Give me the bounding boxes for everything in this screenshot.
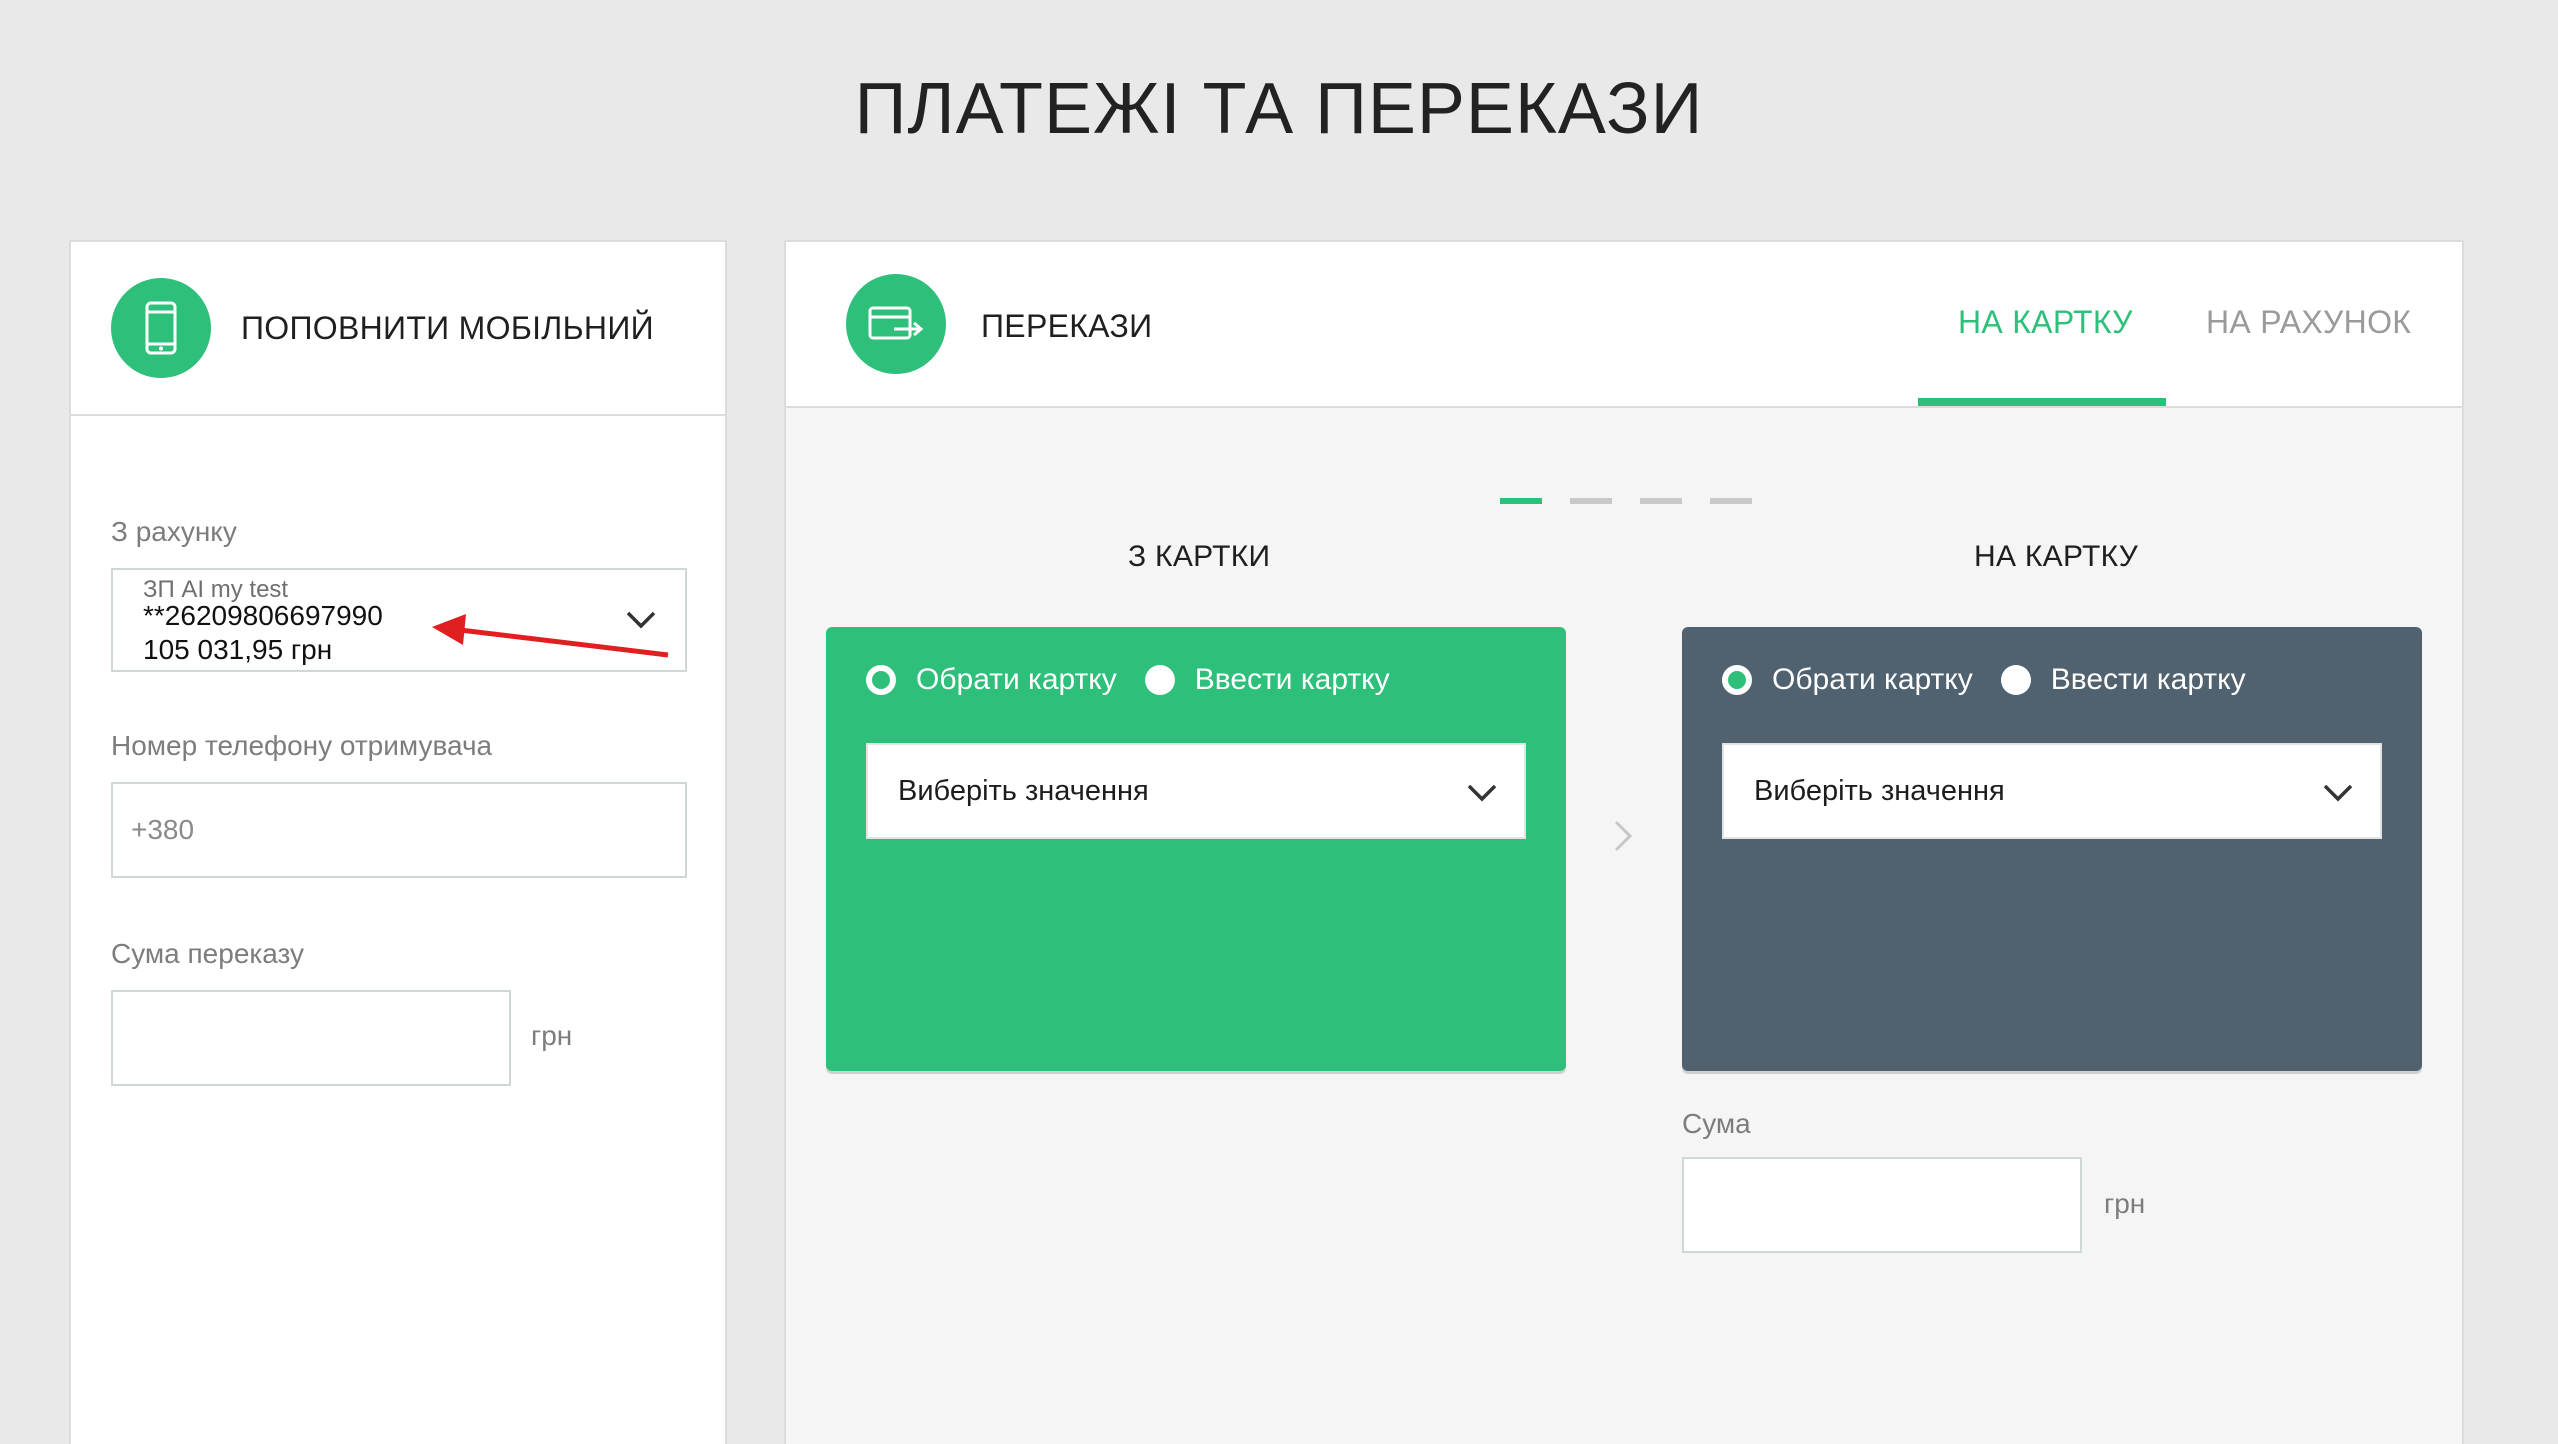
transfers-title: ПЕРЕКАЗИ — [981, 308, 1153, 344]
transfers-panel: ПЕРЕКАЗИ НА КАРТКУ НА РАХУНОК З КАРТКИ Н… — [784, 240, 2464, 1444]
to-card-mode-options: Обрати картку Ввести картку — [1722, 663, 2274, 697]
step-indicator-3 — [1640, 498, 1682, 504]
from-card-mode-options: Обрати картку Ввести картку — [866, 663, 1418, 697]
transfer-amount-unit: грн — [2104, 1188, 2146, 1219]
tab-to-account[interactable]: НА РАХУНОК — [2206, 304, 2411, 341]
chevron-down-icon — [2323, 784, 2353, 802]
account-select[interactable]: ЗП AI my test **26209806697990 105 031,9… — [111, 568, 687, 672]
transfer-amount-label: Сума — [1682, 1108, 1751, 1139]
to-choose-card-radio[interactable] — [1722, 665, 1752, 695]
from-card-select-value: Виберіть значення — [898, 775, 1149, 807]
step-indicator-1 — [1500, 498, 1542, 504]
transfers-header: ПЕРЕКАЗИ НА КАРТКУ НА РАХУНОК — [786, 242, 2462, 408]
chevron-right-icon — [1614, 820, 1633, 852]
transfer-amount-input[interactable] — [1682, 1157, 2082, 1253]
active-tab-indicator — [1918, 398, 2166, 406]
page-title: ПЛАТЕЖІ ТА ПЕРЕКАЗИ — [854, 69, 1704, 149]
amount-input[interactable] — [111, 990, 511, 1086]
amount-unit: грн — [531, 1020, 573, 1051]
phone-label: Номер телефону отримувача — [111, 730, 493, 761]
account-balance: 105 031,95 грн — [143, 634, 333, 665]
to-card-select[interactable]: Виберіть значення — [1722, 743, 2382, 839]
to-choose-card-label[interactable]: Обрати картку — [1772, 663, 1973, 697]
card-transfer-icon — [846, 274, 946, 374]
to-enter-card-label[interactable]: Ввести картку — [2051, 663, 2246, 697]
from-choose-card-radio[interactable] — [866, 665, 896, 695]
mobile-topup-title: ПОПОВНИТИ МОБІЛЬНИЙ — [241, 309, 654, 346]
from-card-box: Обрати картку Ввести картку Виберіть зна… — [826, 627, 1566, 1071]
phone-input[interactable] — [111, 782, 687, 878]
from-enter-card-label[interactable]: Ввести картку — [1195, 663, 1390, 697]
account-number: **26209806697990 — [143, 600, 383, 631]
step-indicator-2 — [1570, 498, 1612, 504]
from-choose-card-label[interactable]: Обрати картку — [916, 663, 1117, 697]
from-enter-card-radio[interactable] — [1144, 665, 1175, 695]
to-card-box: Обрати картку Ввести картку Виберіть зна… — [1682, 627, 2422, 1071]
step-indicator-4 — [1710, 498, 1752, 504]
from-card-select[interactable]: Виберіть значення — [866, 743, 1526, 839]
smartphone-icon — [111, 278, 211, 378]
mobile-topup-header: ПОПОВНИТИ МОБІЛЬНИЙ — [71, 242, 725, 416]
to-card-select-value: Виберіть значення — [1754, 775, 2005, 807]
from-account-label: З рахунку — [111, 516, 237, 547]
mobile-topup-panel: ПОПОВНИТИ МОБІЛЬНИЙ З рахунку ЗП AI my t… — [69, 240, 727, 1444]
tab-to-card[interactable]: НА КАРТКУ — [1958, 304, 2133, 341]
from-card-title: З КАРТКИ — [1128, 540, 1271, 573]
to-card-title: НА КАРТКУ — [1974, 540, 2139, 573]
chevron-down-icon — [626, 611, 656, 629]
to-enter-card-radio[interactable] — [2000, 665, 2031, 695]
chevron-down-icon — [1467, 784, 1497, 802]
amount-label: Сума переказу — [111, 938, 305, 969]
